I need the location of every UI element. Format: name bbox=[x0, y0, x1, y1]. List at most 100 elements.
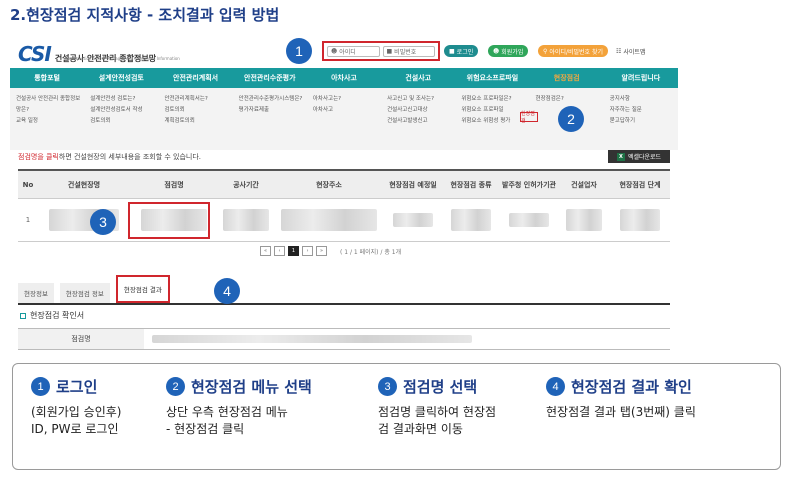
submenu-col: 안전관리수준평가시스템은? 평가자료제출 bbox=[233, 88, 307, 150]
submenu-item[interactable]: 위험요소 위험성 평가 bbox=[461, 116, 525, 127]
tab-inspection-result[interactable]: 현장점검 결과 bbox=[115, 275, 170, 303]
submenu-item[interactable]: 자주하는 질문 bbox=[610, 105, 674, 116]
detail-tabs: 현장정보 현장점검 정보 현장점검 결과 bbox=[18, 275, 670, 305]
stage-cell bbox=[610, 198, 670, 242]
redacted-value bbox=[393, 213, 433, 227]
logo-mark: CSI bbox=[18, 42, 52, 66]
step-title: 현장점검 결과 확인 bbox=[571, 378, 692, 396]
join-button[interactable]: ☻ 회원가입 bbox=[488, 45, 529, 57]
pagination: « ‹ 1 › » ( 1 / 1 페이지) / 총 1개 bbox=[260, 246, 401, 256]
step-desc-line: 검 결과화면 이동 bbox=[378, 422, 463, 436]
submenu-item[interactable]: 아차사고 bbox=[313, 105, 377, 116]
submenu-item[interactable]: 교육 일정 bbox=[16, 116, 80, 127]
col-header: 공사기간 bbox=[218, 169, 274, 199]
submenu-item[interactable]: 공지사항 bbox=[610, 94, 674, 105]
logo-subtitle: Construction Safety Management Integrate… bbox=[66, 56, 180, 61]
callout-3: 3 bbox=[90, 209, 116, 235]
person-icon: ☻ bbox=[493, 47, 500, 55]
info-highlight: 점검명을 클릭 bbox=[18, 153, 59, 161]
sitemap-link[interactable]: ☷ 사이트맵 bbox=[616, 45, 645, 57]
step-number: 1 bbox=[31, 377, 50, 396]
tab-site-info[interactable]: 현장정보 bbox=[18, 283, 54, 303]
confirmation-label: 점검명 bbox=[18, 329, 144, 349]
submenu-col: 건설공사 안전관리 종합정보망은? 교육 일정 bbox=[10, 88, 84, 150]
submenu-item[interactable]: 평가자료제출 bbox=[239, 105, 303, 116]
excel-icon: X bbox=[616, 152, 625, 161]
id-input[interactable]: ☻ 아이디 bbox=[327, 45, 380, 57]
step-number: 2 bbox=[166, 377, 185, 396]
step-desc-line: 상단 우측 현장점검 메뉴 bbox=[166, 405, 288, 419]
redacted-value bbox=[451, 209, 491, 231]
submenu-item[interactable]: 검토의뢰 bbox=[164, 105, 228, 116]
step-3: 3 점검명 선택 점검명 클릭하여 현장점 검 결과화면 이동 bbox=[378, 376, 496, 438]
callout-4: 4 bbox=[214, 278, 240, 304]
password-input[interactable]: ■ 비밀번호 bbox=[382, 45, 435, 57]
nav-portal[interactable]: 통합포털 bbox=[10, 73, 84, 83]
tab-inspection-info[interactable]: 현장점검 정보 bbox=[59, 283, 110, 303]
col-header: 현장점검 단계 bbox=[610, 169, 670, 199]
submenu-item[interactable]: 검토의뢰 bbox=[90, 116, 154, 127]
submenu-item[interactable]: 위험요소 프로파일 bbox=[461, 105, 525, 116]
find-account-button[interactable]: ⚲ 아이디/비밀번호 찾기 bbox=[538, 45, 609, 57]
login-button[interactable]: ■ 로그인 bbox=[444, 45, 479, 57]
step-desc-line: 현장점결 결과 탭(3번째) 클릭 bbox=[546, 405, 696, 419]
first-page-button[interactable]: « bbox=[260, 246, 271, 256]
submenu-item[interactable]: 위험요소 프로파일은? bbox=[461, 94, 525, 105]
col-header: 현장점검 예정일 bbox=[384, 169, 442, 199]
nav-safety-evaluation[interactable]: 안전관리수준평가 bbox=[233, 73, 307, 83]
site-name-cell bbox=[38, 198, 130, 242]
submenu-col: 설계안전성 검토는? 설계안전성검토서 작성 검토의뢰 bbox=[84, 88, 158, 150]
nav-near-miss[interactable]: 아차사고 bbox=[307, 73, 381, 83]
submenu-item[interactable]: 계획검토의뢰 bbox=[164, 116, 228, 127]
redacted-value bbox=[509, 213, 549, 227]
submenu-item[interactable]: 건설사고신고대상 bbox=[387, 105, 451, 116]
redacted-value bbox=[223, 209, 269, 231]
row-number: 1 bbox=[18, 198, 38, 242]
site-logo[interactable]: CSI 건설공사 안전관리 종합정보망 bbox=[18, 42, 156, 66]
nav-design-review[interactable]: 설계안전성검토 bbox=[84, 73, 158, 83]
confirmation-row: 점검명 bbox=[18, 328, 670, 350]
nav-notice[interactable]: 알려드립니다 bbox=[604, 73, 678, 83]
submenu-item[interactable]: 건설공사 안전관리 종합정보망은? bbox=[16, 94, 80, 116]
redacted-value bbox=[566, 209, 602, 231]
site-inspection-submenu-item[interactable]: 현장점검 bbox=[520, 111, 538, 124]
nav-risk-profile[interactable]: 위험요소프로파일 bbox=[455, 73, 529, 83]
submenu-item[interactable]: 현장점검은? bbox=[536, 94, 600, 105]
step-number: 3 bbox=[378, 377, 397, 396]
website-screenshot: CSI 건설공사 안전관리 종합정보망 Construction Safety … bbox=[10, 32, 682, 354]
step-desc-line: 점검명 클릭하여 현장점 bbox=[378, 405, 497, 419]
inspection-table: No 건설현장명 점검명 공사기간 현장주소 현장점검 예정일 현장점검 종류 … bbox=[18, 169, 670, 242]
nav-site-inspection[interactable]: 현장점검 bbox=[530, 73, 604, 83]
pager-summary: ( 1 / 1 페이지) / 총 1개 bbox=[340, 248, 402, 256]
next-page-button[interactable]: › bbox=[302, 246, 313, 256]
nav-accident[interactable]: 건설사고 bbox=[381, 73, 455, 83]
steps-panel: 1 로그인 (회원가입 승인후) ID, PW로 로그인 2 현장점검 메뉴 선택 상… bbox=[12, 363, 781, 470]
submenu-item[interactable]: 사고신고 및 조사는? bbox=[387, 94, 451, 105]
info-text: 점검명을 클릭하면 건설현장의 세부내용을 조회할 수 있습니다. bbox=[18, 152, 201, 162]
submenu-item[interactable]: 건설사고발생신고 bbox=[387, 116, 451, 127]
lock-icon: ■ bbox=[449, 47, 455, 55]
nav-safety-plan[interactable]: 안전관리계획서 bbox=[158, 73, 232, 83]
step-2: 2 현장점검 메뉴 선택 상단 우측 현장점검 메뉴 - 현장점검 클릭 bbox=[166, 376, 312, 438]
submenu-item[interactable]: 묻고답하기 bbox=[610, 116, 674, 127]
excel-download-button[interactable]: X 엑셀다운로드 bbox=[608, 150, 670, 163]
step-desc-line: (회원가입 승인후) bbox=[31, 405, 122, 419]
table-header-row: No 건설현장명 점검명 공사기간 현장주소 현장점검 예정일 현장점검 종류 … bbox=[18, 169, 670, 199]
step-number: 4 bbox=[546, 377, 565, 396]
submenu-item[interactable]: 설계안전성검토서 작성 bbox=[90, 105, 154, 116]
step-desc-line: ID, PW로 로그인 bbox=[31, 422, 119, 436]
submenu-item[interactable]: 안전관리수준평가시스템은? bbox=[239, 94, 303, 105]
address-cell bbox=[274, 198, 384, 242]
step-desc-line: - 현장점검 클릭 bbox=[166, 422, 245, 436]
submenu-item[interactable]: 설계안전성 검토는? bbox=[90, 94, 154, 105]
contractor-cell bbox=[558, 198, 610, 242]
submenu-item[interactable]: 안전관리계획서는? bbox=[164, 94, 228, 105]
last-page-button[interactable]: » bbox=[316, 246, 327, 256]
info-rest: 하면 건설현장의 세부내용을 조회할 수 있습니다. bbox=[58, 153, 202, 161]
col-header: No bbox=[18, 169, 38, 199]
prev-page-button[interactable]: ‹ bbox=[274, 246, 285, 256]
submenu-item[interactable]: 아차사고는? bbox=[313, 94, 377, 105]
col-header: 점검명 bbox=[130, 169, 218, 199]
type-cell bbox=[442, 198, 500, 242]
current-page[interactable]: 1 bbox=[288, 246, 299, 256]
